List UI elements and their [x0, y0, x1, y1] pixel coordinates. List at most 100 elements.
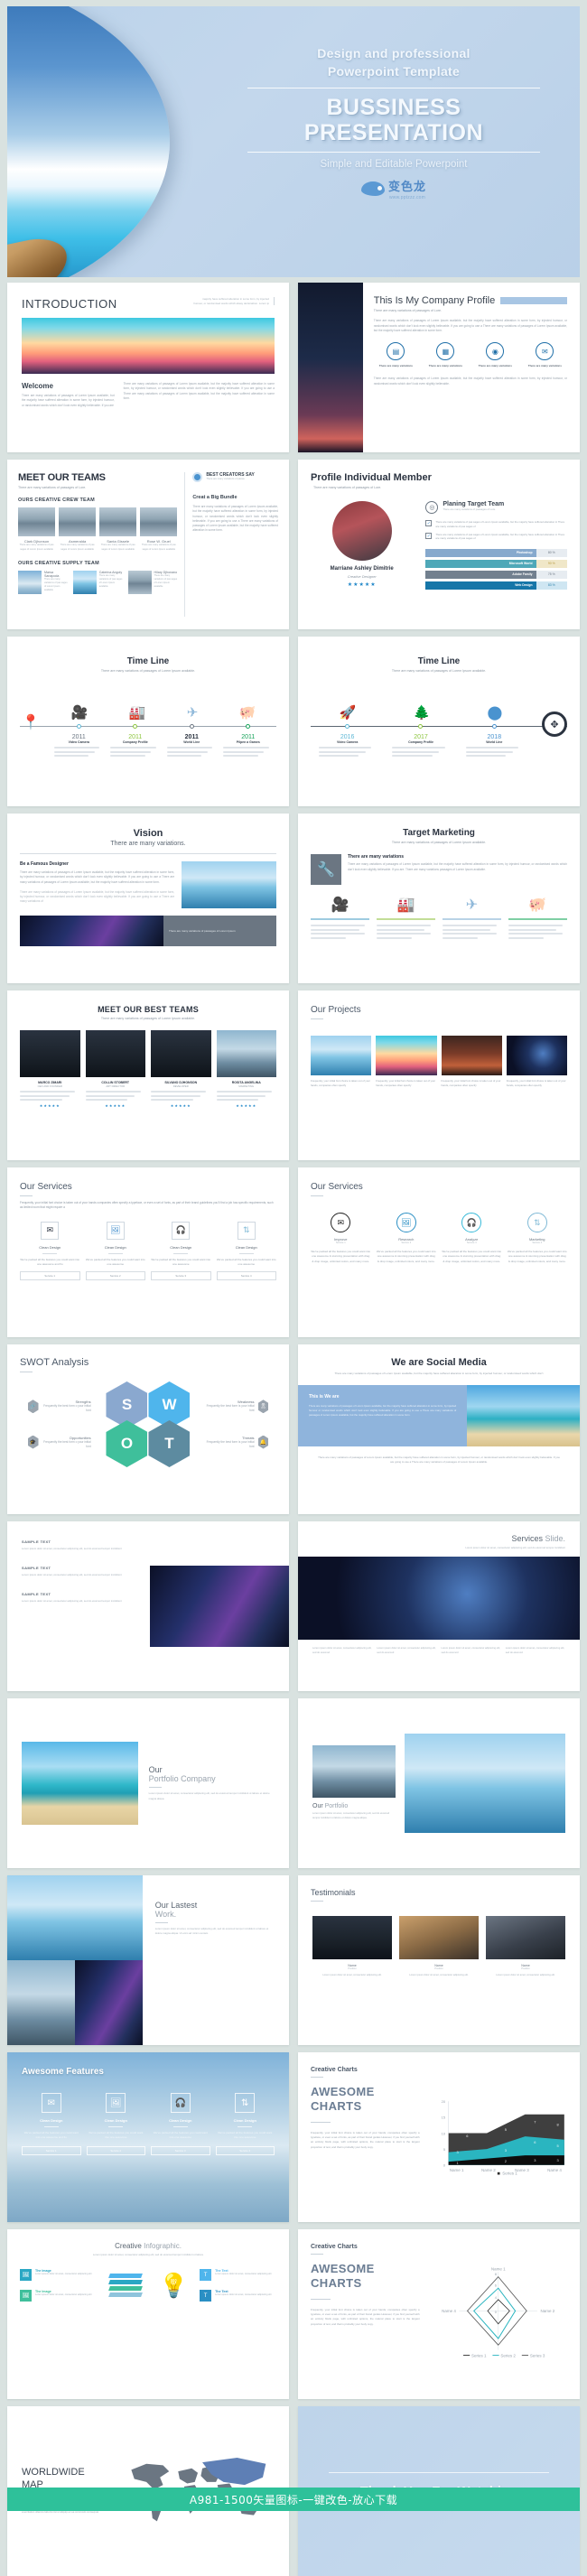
slide-portfolio-company[interactable]: Our Portfolio Company Lorem ipsum dolor …	[7, 1698, 289, 1868]
infographic-item[interactable]: T The Text Lorem ipsum dolor sit amet, c…	[200, 2290, 276, 2302]
team-member-card[interactable]: Rose W. Gruel There are many variations …	[140, 507, 178, 551]
project-card[interactable]: Frequently, your initial font choice is …	[311, 1036, 372, 1088]
timeline-item[interactable]: 2016 Video Camera	[318, 734, 376, 759]
infographic-item[interactable]: T The Text Lorem ipsum dolor sit amet, c…	[200, 2269, 276, 2281]
infographic-title-a: Creative	[115, 2242, 142, 2250]
marketing-icon-card[interactable]: ✈	[442, 896, 502, 941]
slide-creative-infographic[interactable]: Creative Infographic. Lorem ipsum dolor …	[7, 2229, 289, 2399]
slide-creative-charts-area[interactable]: Creative Charts AWESOME CHARTS Frequentl…	[298, 2052, 580, 2222]
team-member-card[interactable]: Santa Gissele There are many variations …	[99, 507, 137, 551]
swot-quadrant[interactable]: 🎓 Opportunities Frequently the best form…	[27, 1435, 91, 1449]
slide-timeline-years[interactable]: Time Line There are many variations of p…	[7, 637, 289, 806]
service-button[interactable]: Service 3	[151, 1271, 211, 1281]
cover-subtitle: Simple and Editable Powerpoint	[320, 158, 468, 170]
feature-button[interactable]: Service 2	[86, 2145, 145, 2155]
feature-card[interactable]: 🖼 Clean Design We've packed all the feat…	[86, 2093, 145, 2155]
slide-testimonials[interactable]: Testimonials Name Position Lorem ipsum d…	[298, 1875, 580, 2045]
service-card[interactable]: 🎧 Clean Design We've packed all the feat…	[151, 1221, 211, 1281]
slide-meet-our-teams[interactable]: MEET OUR TEAMS There are many variations…	[7, 460, 289, 629]
map-pin-icon: 📍	[22, 715, 40, 731]
testimonial-card[interactable]: Name Position Lorem ipsum dolor sit amet…	[486, 1916, 565, 1978]
service-card[interactable]: 🖼 Research Service 2 We've packed all th…	[377, 1213, 437, 1264]
service-button[interactable]: Service 1	[20, 1271, 80, 1281]
testimonial-card[interactable]: Name Position Lorem ipsum dolor sit amet…	[312, 1916, 392, 1978]
marketing-icon-card[interactable]: 🎥	[311, 896, 370, 941]
swot-quadrant[interactable]: 🔗 Strengths Frequently the best form o y…	[27, 1400, 91, 1414]
service-card[interactable]: ⇅ Marketing Service 4 We've packed all t…	[508, 1213, 568, 1264]
slide-profile-individual-member[interactable]: Profile Individual Member There are many…	[298, 460, 580, 629]
planning-panel-title: Planing Target Team	[443, 501, 505, 508]
feature-card[interactable]: 🎧 Clean Design We've packed all the feat…	[151, 2093, 210, 2155]
feature-card[interactable]: ⇅ Clean Design We've packed all the feat…	[215, 2093, 275, 2155]
team-member-card[interactable]: Clark Djhonson There are many variations…	[18, 507, 56, 551]
service-card[interactable]: 🎧 Analyze Service 3 We've packed all the…	[442, 1213, 502, 1264]
timeline-item[interactable]: 2011 World Line	[166, 734, 217, 759]
profile-icon-item[interactable]: ▤ There are many variations	[374, 342, 418, 367]
service-card[interactable]: ✉ Clean Design We've packed all the feat…	[20, 1221, 80, 1281]
profile-icon-item[interactable]: ◉ There are many variations	[473, 342, 517, 367]
checkbox-icon[interactable]: ✓	[425, 532, 433, 539]
circle-icon: ⬤	[487, 705, 503, 721]
infographic-item[interactable]: 🖼 The Image Lorem ipsum dolor sit amet, …	[20, 2269, 97, 2281]
marketing-icon-card[interactable]: 🐖	[508, 896, 567, 941]
feature-card[interactable]: ✉ Clean Design We've packed all the feat…	[22, 2093, 81, 2155]
timeline-item[interactable]: 2018 World Line	[465, 734, 523, 759]
marketing-icon-card[interactable]: 🏭	[376, 896, 436, 941]
team-member-row[interactable]: Hilary Djhonano There are many variation…	[127, 570, 178, 594]
team-member-desc: There are many variations of pas sages o…	[154, 573, 178, 588]
slide-social-media[interactable]: We are Social Media There are many varia…	[298, 1344, 580, 1514]
service-button[interactable]: Service 2	[85, 1271, 145, 1281]
checkbox-icon[interactable]: ✓	[425, 520, 433, 527]
sample-text-item[interactable]: SAMPLE TEXT Lorem ipsum dolor sit amet, …	[22, 1592, 141, 1604]
timeline-item[interactable]: 2011 Video Camera	[53, 734, 104, 759]
slide-our-services-boxed[interactable]: Our Services Frequently, your initial fo…	[7, 1167, 289, 1337]
swot-quadrant[interactable]: Threats Frequently the best form is your…	[205, 1435, 269, 1449]
team-member-card[interactable]: Asmeralda There are many variations of p…	[59, 507, 97, 551]
timeline-item[interactable]: 2011 Company Profile	[110, 734, 160, 759]
sample-text-item[interactable]: SAMPLE TEXT Lorem ipsum dolor sit amet, …	[22, 1566, 141, 1577]
swot-quadrant[interactable]: Weakness Frequently the best form is you…	[205, 1400, 269, 1414]
sample-text-item[interactable]: SAMPLE TEXT Lorem ipsum dolor sit amet, …	[22, 1539, 141, 1551]
project-card[interactable]: Frequently, your initial font choice is …	[441, 1036, 502, 1088]
slide-company-profile[interactable]: This Is My Company Profile There are man…	[298, 283, 580, 452]
feature-button[interactable]: Service 3	[151, 2145, 210, 2155]
project-card[interactable]: Frequently, your initial font choice is …	[506, 1036, 567, 1088]
checklist-item: There are many variations of pas sages o…	[435, 532, 565, 541]
slide-meet-best-teams[interactable]: MEET OUR BEST TEAMS There are many varia…	[7, 990, 289, 1160]
best-team-card[interactable]: COLLIN STOBERT ART DIRECTOR ★★★★★	[85, 1030, 145, 1108]
slide-creative-charts-radar[interactable]: Creative Charts AWESOME CHARTS Frequentl…	[298, 2229, 580, 2399]
slide-services-space[interactable]: Services Slide. Lorem ipsum dolor sit am…	[298, 1521, 580, 1691]
intro-welcome-heading: Welcome	[22, 382, 53, 390]
slide-vision[interactable]: Vision There are many variations. Be a F…	[7, 814, 289, 983]
timeline-item[interactable]: 2017 Company Profile	[392, 734, 449, 759]
best-team-card[interactable]: SILVANO DJHONSON DEVELOPER ★★★★★	[151, 1030, 211, 1108]
best-team-card[interactable]: ROSITA ANGELINA MARKETING ★★★★★	[216, 1030, 276, 1108]
slide-target-marketing[interactable]: Target Marketing There are many variatio…	[298, 814, 580, 983]
slide-sample-text[interactable]: SAMPLE TEXT Lorem ipsum dolor sit amet, …	[7, 1521, 289, 1691]
project-card[interactable]: Frequently, your initial font choice is …	[376, 1036, 437, 1088]
profile-icon-item[interactable]: ▦ There are many variations	[424, 342, 468, 367]
infographic-item[interactable]: 🖼 The Image Lorem ipsum dolor sit amet, …	[20, 2290, 97, 2302]
our-portfolio-title-a: Our	[312, 1803, 323, 1810]
footer-text: A981-1500矢量图标-一键改色-放心下载	[189, 2493, 398, 2506]
feature-button[interactable]: Service 1	[22, 2145, 81, 2155]
service-card[interactable]: ✉ Improve Service 1 We've packed all the…	[311, 1213, 371, 1264]
service-card[interactable]: ⇅ Clean Design We've packed all the feat…	[216, 1221, 276, 1281]
feature-button[interactable]: Service 4	[215, 2145, 275, 2155]
slide-our-projects[interactable]: Our Projects Frequently, your initial fo…	[298, 990, 580, 1160]
service-button[interactable]: Service 4	[216, 1271, 276, 1281]
slide-our-portfolio[interactable]: Our Portfolio Lorem ipsum dolor sit amet…	[298, 1698, 580, 1868]
timeline-item[interactable]: 2011 Pilpen a Games	[223, 734, 273, 759]
slide-our-services-circles[interactable]: Our Services ✉ Improve Service 1 We've p…	[298, 1167, 580, 1337]
slide-introduction[interactable]: INTRODUCTION majority have suffered alte…	[7, 283, 289, 452]
service-card[interactable]: 🖼 Clean Design We've packed all the feat…	[85, 1221, 145, 1281]
testimonial-card[interactable]: Name Position Lorem ipsum dolor sit amet…	[399, 1916, 479, 1978]
slide-our-latest-work[interactable]: Our Lastest Work. Lorem ipsum dolor sit …	[7, 1875, 289, 2045]
slide-swot-analysis[interactable]: SWOT Analysis 🔗 Strengths Frequently the…	[7, 1344, 289, 1514]
team-member-row[interactable]: Caterina Angoly There are many variation…	[72, 570, 123, 594]
slide-timeline-icons[interactable]: Time Line There are many variations of p…	[298, 637, 580, 806]
profile-icon-item[interactable]: ✉ There are many variations	[523, 342, 567, 367]
team-member-row[interactable]: Marsa Sanapoda There are many variations…	[18, 570, 68, 594]
best-team-card[interactable]: MARCO ZIMARI CEO AND FOUNDER ★★★★★	[20, 1030, 80, 1108]
slide-awesome-features[interactable]: Awesome Features ✉ Clean Design We've pa…	[7, 2052, 289, 2222]
